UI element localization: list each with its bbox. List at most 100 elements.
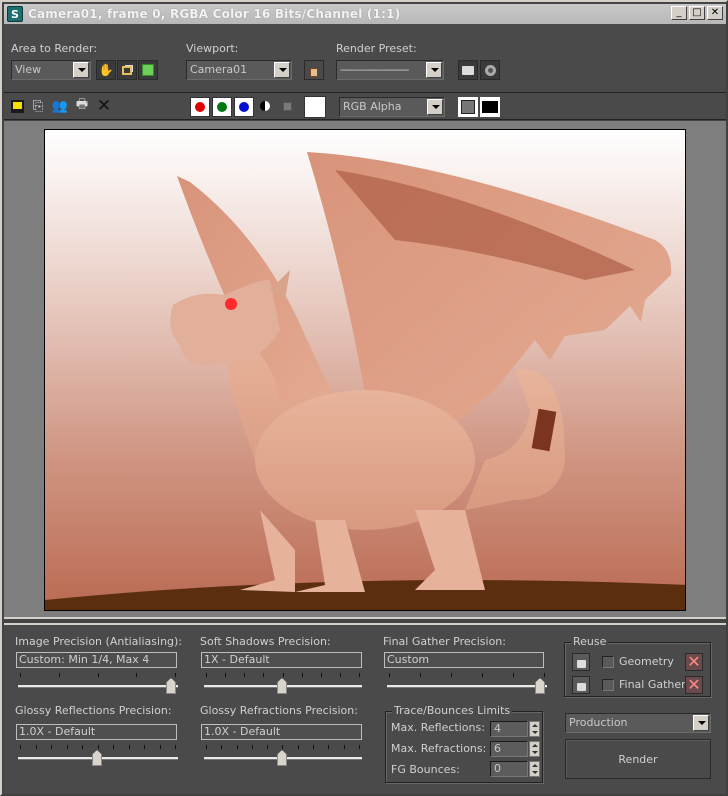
auto-region-icon: [142, 64, 154, 76]
final-gather-checkbox[interactable]: [602, 679, 614, 691]
glossy-refractions-value: 1.0X - Default: [201, 724, 362, 740]
slider-thumb[interactable]: [277, 750, 287, 766]
display-channel-value: RGB Alpha: [343, 100, 402, 113]
environment-effects-icon: [484, 64, 496, 76]
display-background-button[interactable]: [480, 97, 500, 117]
image-precision-label: Image Precision (Antialiasing):: [15, 635, 183, 648]
image-precision-slider[interactable]: [18, 671, 178, 697]
title-bar[interactable]: S Camera01, frame 0, RGBA Color 16 Bits/…: [4, 4, 726, 24]
green-channel-icon: [217, 102, 227, 112]
close-x-icon: ✕: [687, 675, 701, 694]
reuse-title: Reuse: [571, 635, 609, 648]
copy-image-button[interactable]: ⎘: [30, 98, 46, 114]
final-gather-lock-button[interactable]: [572, 676, 590, 694]
final-gather-reuse-label: Final Gather: [619, 678, 686, 691]
trace-bounces-group: Trace/Bounces Limits Max. Reflections: 4…: [385, 704, 543, 783]
glossy-reflections-label: Glossy Reflections Precision:: [15, 704, 172, 717]
clear-image-button[interactable]: ✕: [96, 96, 112, 116]
image-precision-value: Custom: Min 1/4, Max 4: [16, 652, 177, 668]
viewport-label: Viewport:: [186, 42, 239, 55]
slider-ticks: [18, 673, 178, 678]
monochrome-icon: [260, 101, 270, 111]
monochrome-button[interactable]: [257, 98, 273, 114]
viewport-dropdown[interactable]: Camera01: [186, 60, 292, 80]
render-preset-dropdown[interactable]: -----------------------: [336, 60, 444, 80]
slider-track[interactable]: [18, 685, 178, 688]
fg-bounces-label: FG Bounces:: [391, 763, 460, 776]
region-select-icon: [122, 65, 132, 75]
app-logo-icon: S: [7, 6, 23, 22]
spinner-arrows-icon[interactable]: [529, 721, 540, 737]
maximize-button[interactable]: □: [689, 6, 705, 20]
print-icon: 🖶: [75, 97, 89, 112]
render-settings-panel: Image Precision (Antialiasing): Custom: …: [4, 623, 726, 794]
glossy-refractions-label: Glossy Refractions Precision:: [200, 704, 358, 717]
save-image-button[interactable]: [9, 98, 25, 114]
close-button[interactable]: ✕: [707, 6, 723, 20]
copy-icon: ⎘: [32, 98, 44, 114]
rendered-frame-window: S Camera01, frame 0, RGBA Color 16 Bits/…: [0, 0, 728, 796]
render-setup-button[interactable]: [458, 60, 478, 80]
clear-final-gather-button[interactable]: ✕: [685, 676, 703, 694]
green-channel-toggle[interactable]: [212, 97, 232, 117]
trace-bounces-title: Trace/Bounces Limits: [392, 704, 513, 717]
render-setup-icon: [462, 65, 474, 75]
chevron-down-icon: [274, 62, 290, 78]
clear-geometry-button[interactable]: ✕: [685, 653, 703, 671]
fg-bounces-spinner[interactable]: 0: [490, 761, 542, 777]
body: [255, 390, 475, 530]
slider-thumb[interactable]: [277, 678, 287, 694]
region-select-button[interactable]: [117, 60, 137, 80]
max-reflections-spinner[interactable]: 4: [490, 721, 542, 737]
minimize-button[interactable]: _: [671, 6, 687, 20]
color-swatch[interactable]: [304, 96, 326, 118]
slider-thumb[interactable]: [535, 678, 545, 694]
soft-shadows-label: Soft Shadows Precision:: [200, 635, 331, 648]
fg-bounces-input[interactable]: 0: [490, 761, 528, 777]
print-image-button[interactable]: 🖶: [74, 97, 90, 114]
pan-hand-button[interactable]: ✋: [96, 60, 116, 80]
final-gather-value: Custom: [384, 652, 544, 668]
soft-shadows-slider[interactable]: [204, 671, 362, 697]
frame-buffer-viewport[interactable]: [4, 121, 726, 619]
background-icon: [482, 101, 498, 113]
toggle-frame-buffer-button[interactable]: [458, 97, 478, 117]
spinner-arrows-icon[interactable]: [529, 761, 540, 777]
max-refractions-input[interactable]: 6: [490, 741, 528, 757]
lock-icon: [310, 67, 318, 77]
render-mode-value: Production: [569, 716, 628, 729]
window-title: Camera01, frame 0, RGBA Color 16 Bits/Ch…: [28, 7, 401, 21]
viewport-lock-button[interactable]: [304, 60, 324, 80]
red-channel-icon: [195, 102, 205, 112]
geometry-lock-button[interactable]: [572, 653, 590, 671]
slider-thumb[interactable]: [166, 678, 176, 694]
clone-window-button[interactable]: 👥: [52, 98, 68, 114]
dragon-render: [45, 152, 685, 610]
max-reflections-input[interactable]: 4: [490, 721, 528, 737]
area-to-render-dropdown[interactable]: View: [11, 60, 91, 80]
slider-thumb[interactable]: [92, 750, 102, 766]
environment-effects-button[interactable]: [480, 60, 500, 80]
ground: [45, 580, 685, 610]
slider-ticks: [204, 745, 362, 750]
auto-region-button[interactable]: [138, 60, 158, 80]
spinner-arrows-icon[interactable]: [529, 741, 540, 757]
glossy-refractions-slider[interactable]: [204, 743, 362, 769]
max-refractions-spinner[interactable]: 6: [490, 741, 542, 757]
clone-icon: 👥: [51, 98, 69, 114]
slider-track[interactable]: [387, 685, 547, 688]
chevron-down-icon: [426, 62, 442, 78]
area-to-render-label: Area to Render:: [11, 42, 98, 55]
save-icon: [10, 99, 24, 113]
alpha-channel-button[interactable]: [279, 98, 295, 114]
area-to-render-value: View: [15, 63, 42, 76]
render-mode-dropdown[interactable]: Production: [565, 713, 711, 733]
blue-channel-toggle[interactable]: [234, 97, 254, 117]
final-gather-slider[interactable]: [387, 671, 547, 697]
glossy-reflections-slider[interactable]: [18, 743, 178, 769]
geometry-checkbox[interactable]: [602, 656, 614, 668]
red-channel-toggle[interactable]: [190, 97, 210, 117]
render-button[interactable]: Render: [565, 739, 711, 779]
slider-ticks: [387, 673, 547, 678]
display-channel-dropdown[interactable]: RGB Alpha: [339, 97, 445, 117]
